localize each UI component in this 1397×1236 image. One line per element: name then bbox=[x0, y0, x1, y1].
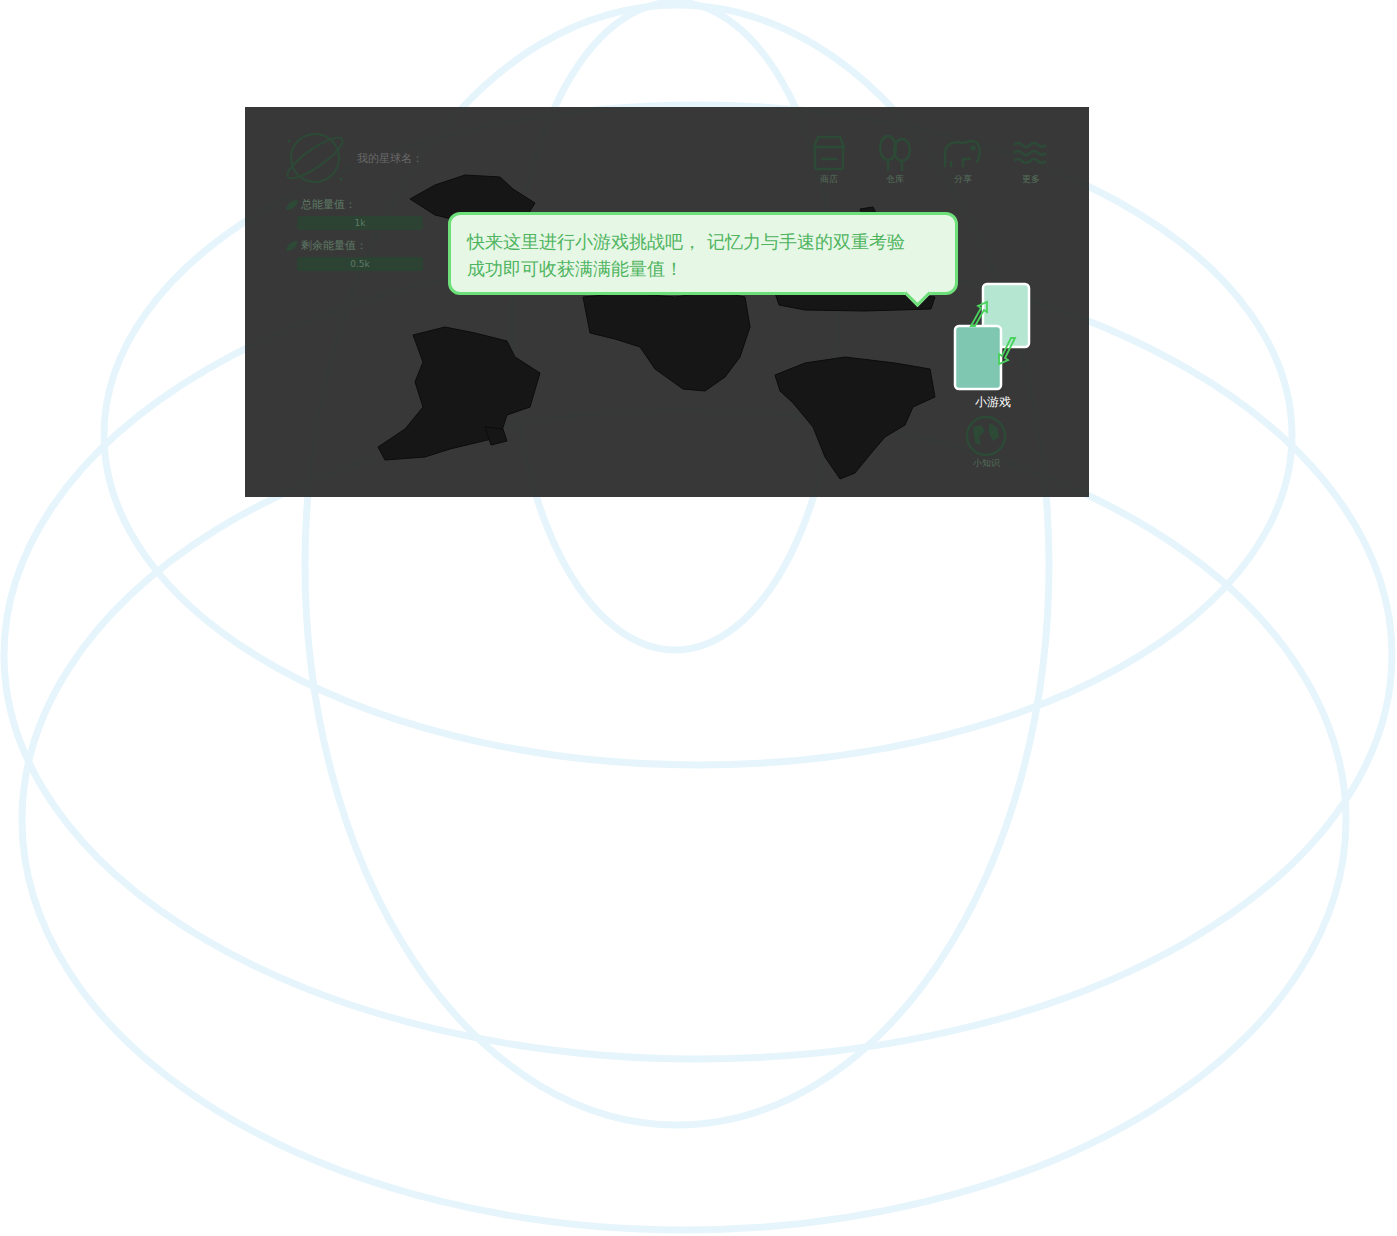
side-buttons: 小游戏小知识 bbox=[953, 282, 1043, 470]
page: 我的星球名： 总能量值： 1k 剩余能量值： 0.5k 商店 仓库 分享 更多快来这里进行小游戏… bbox=[0, 0, 1397, 1236]
leaf-icon bbox=[285, 199, 299, 211]
toolbar-label: 仓库 bbox=[886, 173, 904, 186]
stat-label-row: 剩余能量值： bbox=[285, 238, 423, 253]
stat-label: 总能量值： bbox=[301, 197, 356, 212]
stat-label: 剩余能量值： bbox=[301, 238, 367, 253]
energy-stat: 总能量值： 1k bbox=[281, 197, 423, 230]
tooltip-line: 快来这里进行小游戏挑战吧， 记忆力与手速的双重考验 bbox=[467, 228, 941, 255]
stat-label-row: 总能量值： bbox=[285, 197, 423, 212]
tooltip-line: 成功即可收获满满能量值！ bbox=[467, 255, 941, 282]
toolbar: 商店 仓库 分享 更多 bbox=[809, 127, 1051, 186]
waves-icon bbox=[1011, 133, 1051, 173]
toolbar-button[interactable]: 分享 bbox=[941, 133, 985, 186]
shop-icon bbox=[809, 133, 849, 173]
elephant-icon bbox=[941, 133, 985, 173]
side-button[interactable]: 小游戏 bbox=[953, 282, 1033, 411]
planet-name-label: 我的星球名： bbox=[357, 151, 423, 166]
stat-value: 0.5k bbox=[297, 257, 423, 271]
stat-value: 1k bbox=[297, 216, 423, 230]
toolbar-button[interactable]: 仓库 bbox=[875, 133, 915, 186]
game-screen: 我的星球名： 总能量值： 1k 剩余能量值： 0.5k 商店 仓库 分享 更多快来这里进行小游戏… bbox=[245, 107, 1089, 497]
cards-icon bbox=[953, 282, 1033, 392]
toolbar-label: 更多 bbox=[1022, 173, 1040, 186]
toolbar-label: 商店 bbox=[820, 173, 838, 186]
side-button[interactable]: 小知识 bbox=[965, 415, 1007, 470]
side-button-label: 小知识 bbox=[973, 457, 1000, 470]
globe-icon bbox=[965, 415, 1007, 457]
toolbar-button[interactable]: 更多 bbox=[1011, 133, 1051, 186]
trees-icon bbox=[875, 133, 915, 173]
tutorial-tooltip: 快来这里进行小游戏挑战吧， 记忆力与手速的双重考验成功即可收获满满能量值！ bbox=[448, 212, 958, 295]
planet-icon[interactable] bbox=[281, 127, 349, 189]
toolbar-label: 分享 bbox=[954, 173, 972, 186]
leaf-icon bbox=[285, 240, 299, 252]
toolbar-button[interactable]: 商店 bbox=[809, 133, 849, 186]
energy-stat: 剩余能量值： 0.5k bbox=[281, 238, 423, 271]
planet-row: 我的星球名： bbox=[281, 127, 423, 189]
side-button-label: 小游戏 bbox=[975, 394, 1011, 411]
player-info: 我的星球名： 总能量值： 1k 剩余能量值： 0.5k bbox=[281, 127, 423, 271]
